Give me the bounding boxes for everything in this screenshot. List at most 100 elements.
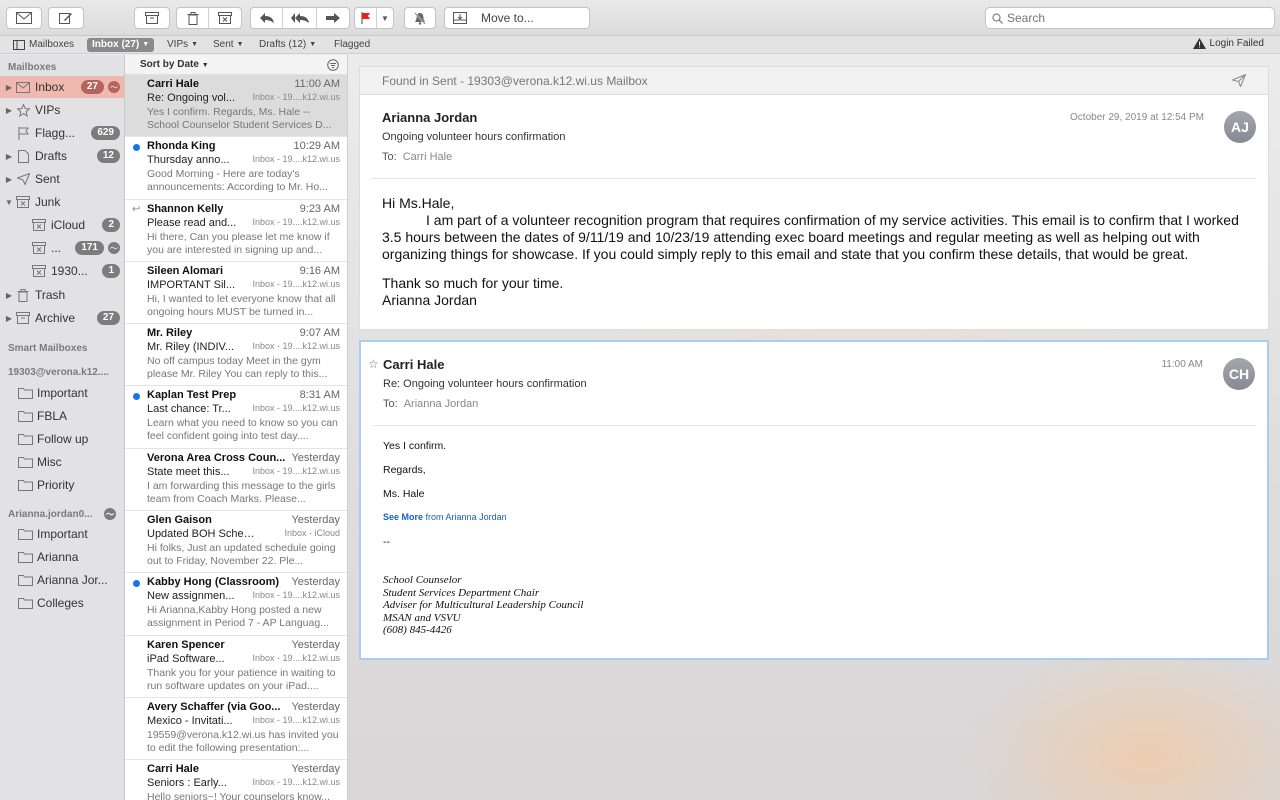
email-body: Yes I confirm. Regards, Ms. Hale See Mor… <box>383 440 1245 637</box>
sidebar-item-junk[interactable]: ▼ Junk <box>0 191 124 213</box>
message-row[interactable]: Mr. Riley 9:07 AM Mr. Riley (INDIV... Inbo… <box>125 324 347 387</box>
sort-label: Sort by Date <box>140 59 199 70</box>
sidebar-item-folder[interactable]: Colleges <box>0 592 124 614</box>
sidebar-item-folder[interactable]: Follow up <box>0 428 124 450</box>
sidebar-item-folder[interactable]: Arianna Jor... <box>0 569 124 591</box>
sidebar-item-folder[interactable]: Important <box>0 382 124 404</box>
sidebar-item-label: VIPs <box>35 103 61 117</box>
sidebar-item-folder[interactable]: Important <box>0 523 124 545</box>
email-paragraph: I am part of a volunteer recognition pro… <box>382 212 1239 262</box>
message-time: 9:23 AM <box>299 202 340 215</box>
disclosure-triangle-icon[interactable]: ▶ <box>4 314 14 323</box>
disclosure-triangle-icon[interactable]: ▶ <box>4 106 14 115</box>
see-more-from: from Arianna Jordan <box>425 512 507 522</box>
email-date: October 29, 2019 at 12:54 PM <box>1070 112 1204 123</box>
archive-button[interactable] <box>134 7 170 29</box>
message-row[interactable]: Carri Hale 11:00 AM Re: Ongoing vol... Inb… <box>125 75 347 138</box>
account-header-arianna[interactable]: Arianna.jordan0... 〜 <box>8 508 120 520</box>
favorite-sent[interactable]: Sent ▼ <box>213 38 244 52</box>
sidebar-item-folder[interactable]: Misc <box>0 451 124 473</box>
email-message-reply[interactable]: ☆ Carri Hale Re: Ongoing volunteer hours… <box>359 340 1269 660</box>
email-message-sent[interactable]: Arianna Jordan Ongoing volunteer hours c… <box>359 94 1269 330</box>
message-mailbox: Inbox - 19....k12.wi.us <box>252 652 340 663</box>
sidebar-item-trash[interactable]: ▶ Trash <box>0 284 124 306</box>
filter-icon[interactable] <box>327 58 339 71</box>
mailboxes-toggle-button[interactable]: Mailboxes <box>13 38 74 52</box>
forward-button[interactable] <box>317 8 349 28</box>
message-subject: State meet this... <box>147 465 230 478</box>
sidebar-item-sent[interactable]: ▶ Sent <box>0 168 124 190</box>
message-subject: Last chance: Tr... <box>147 403 231 416</box>
favorite-inbox[interactable]: Inbox (27) ▼ <box>87 38 155 52</box>
reply-all-arrow-icon <box>290 13 309 23</box>
junk-button[interactable] <box>209 8 241 28</box>
sidebar-item-junk-1930[interactable]: 1930... 1 <box>0 260 124 282</box>
move-to-label: Move to... <box>481 11 534 25</box>
message-sender: Carri Hale <box>147 78 199 90</box>
sidebar-item-flagged[interactable]: Flagg... 629 <box>0 122 124 144</box>
sidebar-item-folder[interactable]: FBLA <box>0 405 124 427</box>
sidebar-item-label: Misc <box>37 455 62 469</box>
sidebar-item-vips[interactable]: ▶ VIPs <box>0 99 124 121</box>
search-field[interactable] <box>985 7 1275 29</box>
chevron-down-icon: ▼ <box>142 41 150 48</box>
move-to-button[interactable]: Move to... <box>444 7 590 29</box>
message-sender: Karen Spencer <box>147 638 225 651</box>
compose-button[interactable] <box>48 7 84 29</box>
message-subject: Seniors : Early... <box>147 777 227 790</box>
message-row[interactable]: Karen Spencer Yesterday iPad Software... I… <box>125 636 347 698</box>
message-row[interactable]: Avery Schaffer (via Goo... Yesterday Mexi… <box>125 698 347 761</box>
sidebar-item-drafts[interactable]: ▶ Drafts 12 <box>0 145 124 167</box>
message-row[interactable]: Kaplan Test Prep 8:31 AM Last chance: Tr.… <box>125 386 347 449</box>
trash-icon <box>187 11 198 25</box>
account-header-verona[interactable]: 19303@verona.k12.... <box>8 367 120 378</box>
folder-icon <box>17 434 33 445</box>
favorite-vips[interactable]: VIPs ▼ <box>167 38 198 52</box>
sidebar-item-archive[interactable]: ▶ Archive 27 <box>0 307 124 329</box>
disclosure-triangle-icon[interactable]: ▶ <box>4 175 14 184</box>
login-failed-status[interactable]: Login Failed <box>1192 38 1264 49</box>
disclosure-triangle-icon[interactable]: ▶ <box>4 83 14 92</box>
delete-button[interactable] <box>177 8 209 28</box>
recipient-name[interactable]: Carri Hale <box>403 151 453 163</box>
flag-menu-button[interactable]: ▼ <box>377 8 393 28</box>
message-row[interactable]: Rhonda King 10:29 AM Thursday anno... Inbo… <box>125 137 347 200</box>
recipient-name[interactable]: Arianna Jordan <box>404 398 479 410</box>
search-input[interactable] <box>1007 11 1257 25</box>
reply-button[interactable] <box>251 8 283 28</box>
message-time: Yesterday <box>291 700 340 713</box>
reply-all-button[interactable] <box>283 8 317 28</box>
mute-button[interactable] <box>404 7 436 29</box>
chevron-down-icon: ▼ <box>309 41 317 48</box>
message-row[interactable]: Sileen Alomari 9:16 AM IMPORTANT Sil... In… <box>125 262 347 325</box>
flag-button[interactable] <box>355 8 377 28</box>
replied-arrow-icon: ↩ <box>132 203 141 215</box>
message-row[interactable]: Kabby Hong (Classroom) Yesterday New assi… <box>125 573 347 636</box>
favorite-drafts[interactable]: Drafts (12) ▼ <box>259 38 316 52</box>
sidebar-item-folder[interactable]: Priority <box>0 474 124 496</box>
message-time: 11:00 AM <box>294 78 340 90</box>
favorite-flagged[interactable]: Flagged <box>334 38 370 52</box>
sidebar-item-folder[interactable]: Arianna <box>0 546 124 568</box>
email-subject: Ongoing volunteer hours confirmation <box>382 131 566 143</box>
unread-count-badge: 27 <box>80 80 104 94</box>
message-row[interactable]: ↩ Shannon Kelly 9:23 AM Please read and..… <box>125 200 347 262</box>
message-row[interactable]: Verona Area Cross Coun... Yesterday State… <box>125 449 347 512</box>
disclosure-triangle-icon[interactable]: ▶ <box>4 291 14 300</box>
message-row[interactable]: Carri Hale Yesterday Seniors : Early... In… <box>125 760 347 800</box>
avatar: AJ <box>1224 111 1256 143</box>
sidebar-item-junk-other[interactable]: ... 171 〜 <box>0 237 124 259</box>
message-subject: Mr. Riley (INDIV... <box>147 341 234 354</box>
sidebar-item-junk-icloud[interactable]: iCloud 2 <box>0 214 124 236</box>
sidebar-item-label: Inbox <box>35 80 65 94</box>
message-row[interactable]: Glen Gaison Yesterday Updated BOH Schedul… <box>125 511 347 574</box>
sidebar-item-label: Drafts <box>35 149 68 163</box>
get-mail-button[interactable] <box>6 7 42 29</box>
message-time: 9:16 AM <box>299 264 340 277</box>
disclosure-triangle-open-icon[interactable]: ▼ <box>4 198 14 207</box>
star-icon[interactable]: ☆ <box>368 357 379 371</box>
disclosure-triangle-icon[interactable]: ▶ <box>4 152 14 161</box>
sidebar-item-inbox[interactable]: ▶ Inbox 27 〜 <box>0 76 124 98</box>
sort-by-date-button[interactable]: Sort by Date ▼ <box>140 59 209 70</box>
see-more-link[interactable]: See More from Arianna Jordan <box>383 512 1245 522</box>
